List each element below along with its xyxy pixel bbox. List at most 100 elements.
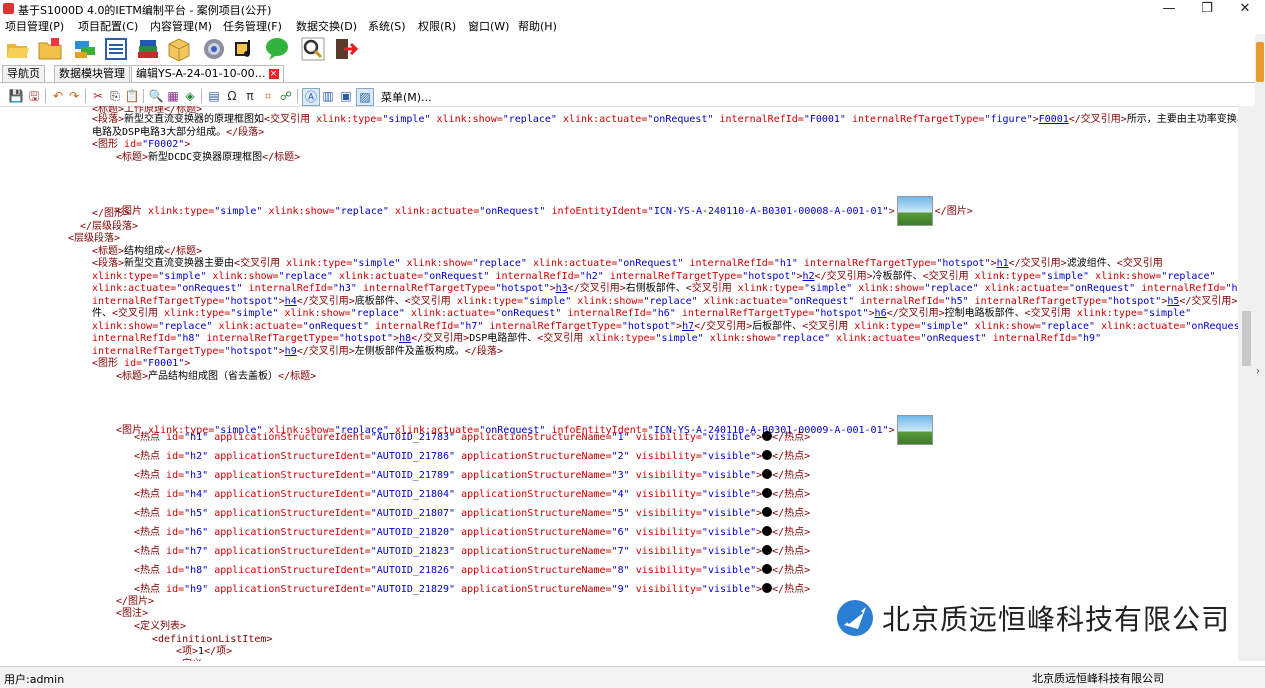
menu-window[interactable]: 窗口(W)	[468, 18, 509, 34]
code-token: <标题>	[92, 246, 125, 257]
books-icon[interactable]	[135, 36, 161, 62]
exit-icon[interactable]	[333, 36, 359, 62]
format-icon[interactable]: ⌗	[260, 88, 276, 104]
omega-icon[interactable]: Ω	[224, 88, 240, 104]
paste-icon[interactable]: 📋	[124, 88, 140, 104]
code-token: 左侧板部件及盖板构成。	[354, 346, 465, 357]
stack-icon[interactable]	[72, 36, 98, 62]
media-icon[interactable]	[233, 36, 259, 62]
code-token: xlink:type=	[974, 271, 1041, 282]
menu-content-management[interactable]: 内容管理(M)	[150, 18, 212, 34]
code-token: 所示，主要由主功率变换、控制	[1126, 114, 1238, 125]
editor-menu-button[interactable]: 菜单(M)...	[381, 89, 432, 105]
settings-icon[interactable]	[201, 36, 227, 62]
hotspot-dot-icon	[762, 431, 773, 441]
save-all-icon[interactable]: 🖫	[26, 88, 42, 104]
tab-data-module-management[interactable]: 数据模块管理	[54, 65, 130, 82]
code-token: <交叉引用	[1116, 258, 1163, 269]
code-token: </热点>	[772, 489, 811, 500]
preview-icon[interactable]: ▣	[338, 88, 354, 104]
code-token: internalRefTargetType=	[803, 258, 937, 269]
insert-icon[interactable]: ◈	[182, 88, 198, 104]
cross-reference-link[interactable]: h5	[1167, 296, 1179, 307]
code-token: "hotspot"	[742, 271, 797, 282]
code-token: internalRefId=	[719, 114, 804, 125]
search-icon[interactable]	[300, 36, 326, 62]
menu-help[interactable]: 帮助(H)	[518, 18, 557, 34]
cross-reference-link[interactable]: h4	[285, 296, 297, 307]
find-icon[interactable]: 🔍	[148, 88, 164, 104]
copy-icon[interactable]: ⎘	[107, 88, 123, 104]
code-token: "simple"	[920, 321, 975, 332]
app-icon	[3, 3, 14, 14]
cross-reference-link[interactable]: h2	[803, 271, 815, 282]
code-token: xlink:type=	[854, 321, 921, 332]
code-token: applicationStructureIdent=	[214, 584, 371, 595]
open-folder-icon[interactable]	[5, 36, 31, 62]
image-thumbnail-icon[interactable]	[896, 196, 933, 226]
code-token: xlink:show=	[858, 283, 925, 294]
image-icon[interactable]: ▦	[165, 88, 181, 104]
code-token: "8"	[611, 565, 636, 576]
code-token: internalRefTargetType=	[92, 346, 225, 357]
chevron-right-icon[interactable]: ›	[1256, 366, 1260, 377]
image-thumbnail-icon[interactable]	[896, 415, 933, 445]
chart-icon[interactable]: ▨	[356, 88, 374, 106]
undo-icon[interactable]: ↶	[50, 88, 66, 104]
cross-reference-link[interactable]: h1	[997, 258, 1009, 269]
code-token: internalRefId=	[567, 308, 652, 319]
code-token: "h2"	[184, 451, 215, 462]
text-mode-icon[interactable]: Ⓐ	[302, 88, 320, 106]
code-token: infoEntityIdent=	[551, 206, 648, 217]
code-token: "h2"	[579, 271, 610, 282]
code-token: </交叉引用>	[296, 296, 355, 307]
code-token: internalRefTargetType=	[489, 321, 622, 332]
menu-project-config[interactable]: 项目配置(C)	[78, 18, 138, 34]
cross-reference-link[interactable]: h3	[556, 283, 568, 294]
save-icon[interactable]: 💾	[8, 88, 24, 104]
tab-close-icon[interactable]: ×	[268, 69, 279, 79]
cross-reference-link[interactable]: F0001	[1039, 114, 1069, 125]
menu-data-exchange[interactable]: 数据交换(D)	[296, 18, 357, 34]
redo-icon[interactable]: ↷	[66, 88, 82, 104]
menu-task-management[interactable]: 任务管理(F)	[223, 18, 282, 34]
code-token: "onRequest"	[1185, 321, 1238, 332]
xml-editor[interactable]: <标题>工作原理</标题> <段落>新型交直流变换器的原理框图如<交叉引用 xli…	[0, 106, 1238, 661]
code-token: xlink:actuate=	[562, 114, 648, 125]
cross-reference-link[interactable]: h7	[682, 321, 694, 332]
toolbar-separator	[45, 89, 46, 103]
code-token: <热点	[134, 584, 167, 595]
layout-icon[interactable]: ▥	[320, 88, 336, 104]
code-token: xlink:actuate=	[338, 271, 424, 282]
folder-icon[interactable]	[37, 36, 63, 62]
list-icon[interactable]	[103, 36, 129, 62]
tree-icon[interactable]: ☍	[278, 88, 294, 104]
code-token: </交叉引用>	[886, 308, 945, 319]
code-token: xlink:type=	[737, 283, 805, 294]
chat-icon[interactable]	[264, 36, 290, 62]
menu-system[interactable]: 系统(S)	[368, 18, 406, 34]
pi-icon[interactable]: π	[242, 88, 258, 104]
package-icon[interactable]	[166, 36, 192, 62]
code-token: applicationStructureIdent=	[214, 527, 371, 538]
menu-project-management[interactable]: 项目管理(P)	[5, 18, 64, 34]
code-token: xlink:type=	[148, 206, 215, 217]
scrollbar-thumb[interactable]	[1242, 311, 1251, 366]
window-side-scrollbar[interactable]: ›	[1255, 34, 1265, 661]
side-scroll-thumb[interactable]	[1256, 42, 1264, 82]
cut-icon[interactable]: ✂	[90, 88, 106, 104]
code-token: applicationStructureIdent=	[214, 451, 371, 462]
tab-navigation[interactable]: 导航页	[2, 65, 45, 82]
code-token: applicationStructureName=	[461, 470, 612, 481]
code-token: </热点>	[772, 432, 811, 443]
tab-editor[interactable]: 编辑YS-A-24-01-10-00… ×	[131, 65, 284, 82]
code-token: "visible"	[701, 546, 757, 557]
table-icon[interactable]: ▤	[206, 88, 222, 104]
editor-vertical-scrollbar[interactable]	[1238, 106, 1255, 661]
code-token: "onRequest"	[423, 271, 496, 282]
code-token: "onRequest"	[617, 258, 690, 269]
cross-reference-link[interactable]: h8	[399, 333, 411, 344]
cross-reference-link[interactable]: h9	[285, 346, 297, 357]
cross-reference-link[interactable]: h6	[875, 308, 887, 319]
menu-permissions[interactable]: 权限(R)	[418, 18, 456, 34]
